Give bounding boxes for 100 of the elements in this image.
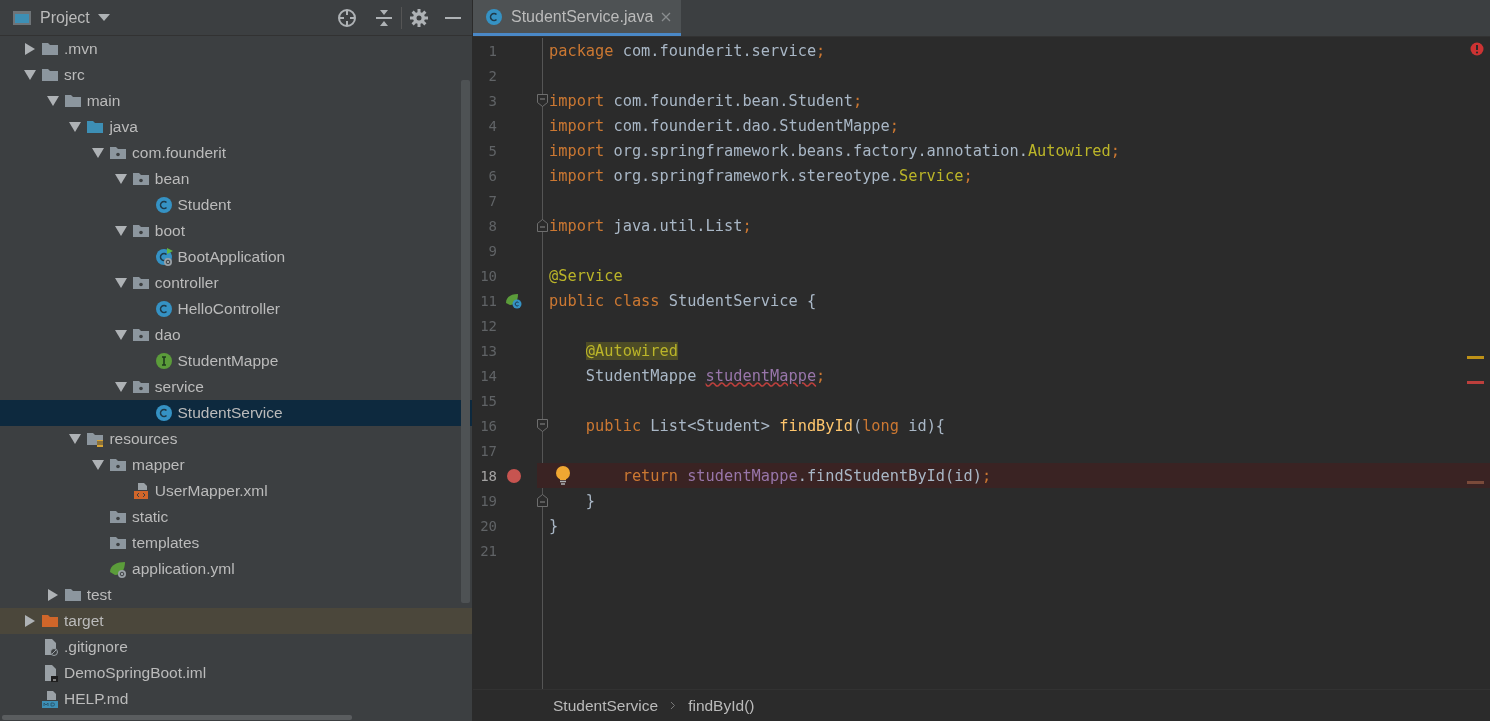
package-folder-icon xyxy=(109,144,128,162)
dropdown-caret-icon[interactable] xyxy=(97,13,110,22)
tree-item[interactable]: boot xyxy=(0,218,472,244)
breadcrumb[interactable]: StudentService xyxy=(553,696,659,715)
code-line: public List<Student> findById(long id){ xyxy=(585,416,946,435)
line-number: 12 xyxy=(479,317,497,334)
line-number: 9 xyxy=(487,242,497,259)
line-number: 14 xyxy=(479,367,497,384)
class-icon xyxy=(485,7,503,26)
code-line: return studentMappe.findStudentById(id); xyxy=(622,466,992,485)
fold-icon[interactable] xyxy=(537,419,548,432)
tree-item[interactable]: test xyxy=(0,582,472,608)
line-number: 15 xyxy=(479,392,497,409)
error-icon[interactable] xyxy=(1470,42,1484,56)
code-line: @Service xyxy=(549,266,623,285)
package-folder-icon xyxy=(109,456,128,474)
breakpoint-marker[interactable] xyxy=(1467,481,1484,484)
line-number: 8 xyxy=(487,217,497,234)
markdown-file-icon xyxy=(41,690,59,708)
collapsed-arrow-icon[interactable] xyxy=(24,43,36,55)
tree-item[interactable]: resources xyxy=(0,426,472,452)
expanded-arrow-icon[interactable] xyxy=(114,277,127,289)
expanded-arrow-icon[interactable] xyxy=(24,69,36,81)
class-icon xyxy=(154,300,173,318)
fold-icon[interactable] xyxy=(537,219,548,232)
expanded-arrow-icon[interactable] xyxy=(114,225,127,237)
line-number: 20 xyxy=(479,517,497,534)
editor-tab[interactable]: StudentService.java xyxy=(473,0,682,36)
tree-item[interactable]: BootApplication xyxy=(0,244,472,270)
tree-item[interactable]: Student xyxy=(0,192,472,218)
folder-icon xyxy=(63,586,82,604)
collapsed-arrow-icon[interactable] xyxy=(46,589,59,601)
tree-item[interactable]: DemoSpringBoot.iml xyxy=(0,660,472,686)
tree-item[interactable]: HELP.md xyxy=(0,686,472,712)
line-number: 3 xyxy=(487,92,497,109)
folder-icon xyxy=(63,92,82,110)
package-folder-icon xyxy=(109,534,128,552)
expanded-arrow-icon[interactable] xyxy=(69,121,82,133)
package-folder-icon xyxy=(131,326,150,344)
line-number: 11 xyxy=(479,292,497,309)
locate-icon[interactable] xyxy=(337,7,357,28)
tree-item[interactable]: service xyxy=(0,374,472,400)
line-number: 17 xyxy=(479,442,497,459)
package-folder-icon xyxy=(131,170,150,188)
collapsed-arrow-icon[interactable] xyxy=(24,615,36,627)
panel-title[interactable]: Project xyxy=(40,8,90,27)
spring-bean-icon[interactable] xyxy=(505,292,523,309)
tree-item[interactable]: target xyxy=(0,608,472,634)
tree-item[interactable]: templates xyxy=(0,530,472,556)
expanded-arrow-icon[interactable] xyxy=(46,95,59,107)
tree-item[interactable]: controller xyxy=(0,270,472,296)
fold-icon[interactable] xyxy=(537,494,548,507)
tree-item[interactable]: main xyxy=(0,88,472,114)
tree-item[interactable]: StudentService xyxy=(0,400,472,426)
settings-icon[interactable] xyxy=(410,8,428,27)
scrollbar[interactable] xyxy=(2,715,352,720)
collapse-all-icon[interactable] xyxy=(375,8,393,27)
folder-icon xyxy=(41,40,59,58)
code-line: import com.founderit.dao.StudentMappe; xyxy=(549,116,899,135)
expanded-arrow-icon[interactable] xyxy=(114,173,127,185)
resources-folder-icon xyxy=(86,430,105,448)
package-folder-icon xyxy=(131,378,150,396)
tree-item[interactable]: StudentMappe xyxy=(0,348,472,374)
scrollbar[interactable] xyxy=(461,80,470,603)
error-marker[interactable] xyxy=(1467,381,1484,384)
expanded-arrow-icon[interactable] xyxy=(114,381,127,393)
tree-item[interactable]: .mvn xyxy=(0,36,472,62)
line-number: 7 xyxy=(487,192,497,209)
class-icon xyxy=(154,196,173,214)
tree-item[interactable]: application.yml xyxy=(0,556,472,582)
breadcrumb[interactable]: findById() xyxy=(688,696,755,715)
tree-item[interactable]: mapper xyxy=(0,452,472,478)
line-number: 5 xyxy=(487,142,497,159)
expanded-arrow-icon[interactable] xyxy=(92,147,105,159)
lightbulb-icon[interactable] xyxy=(555,466,571,485)
spring-class-icon xyxy=(154,248,173,266)
tree-item[interactable]: dao xyxy=(0,322,472,348)
expanded-arrow-icon[interactable] xyxy=(114,329,127,341)
tree-item[interactable]: src xyxy=(0,62,472,88)
tree-item[interactable]: UserMapper.xml xyxy=(0,478,472,504)
expanded-arrow-icon[interactable] xyxy=(69,433,82,445)
package-folder-icon xyxy=(131,222,150,240)
code-line: public class StudentService { xyxy=(549,291,817,310)
tree-item[interactable]: bean xyxy=(0,166,472,192)
tree-item[interactable]: HelloController xyxy=(0,296,472,322)
warning-marker[interactable] xyxy=(1467,356,1484,359)
tree-item[interactable]: .gitignore xyxy=(0,634,472,660)
tree-item[interactable]: static xyxy=(0,504,472,530)
expanded-arrow-icon[interactable] xyxy=(92,459,105,471)
code-line: } xyxy=(585,491,596,510)
tree-item[interactable]: com.founderit xyxy=(0,140,472,166)
tree-item[interactable]: java xyxy=(0,114,472,140)
code-line: } xyxy=(549,516,559,535)
xml-file-icon xyxy=(131,482,150,500)
breakpoint-icon[interactable] xyxy=(507,468,521,483)
folder-icon xyxy=(41,612,59,630)
fold-icon[interactable] xyxy=(537,94,548,107)
code-line: import org.springframework.stereotype.Service; xyxy=(549,166,973,185)
line-number: 16 xyxy=(479,417,497,434)
line-number: 21 xyxy=(479,542,497,559)
